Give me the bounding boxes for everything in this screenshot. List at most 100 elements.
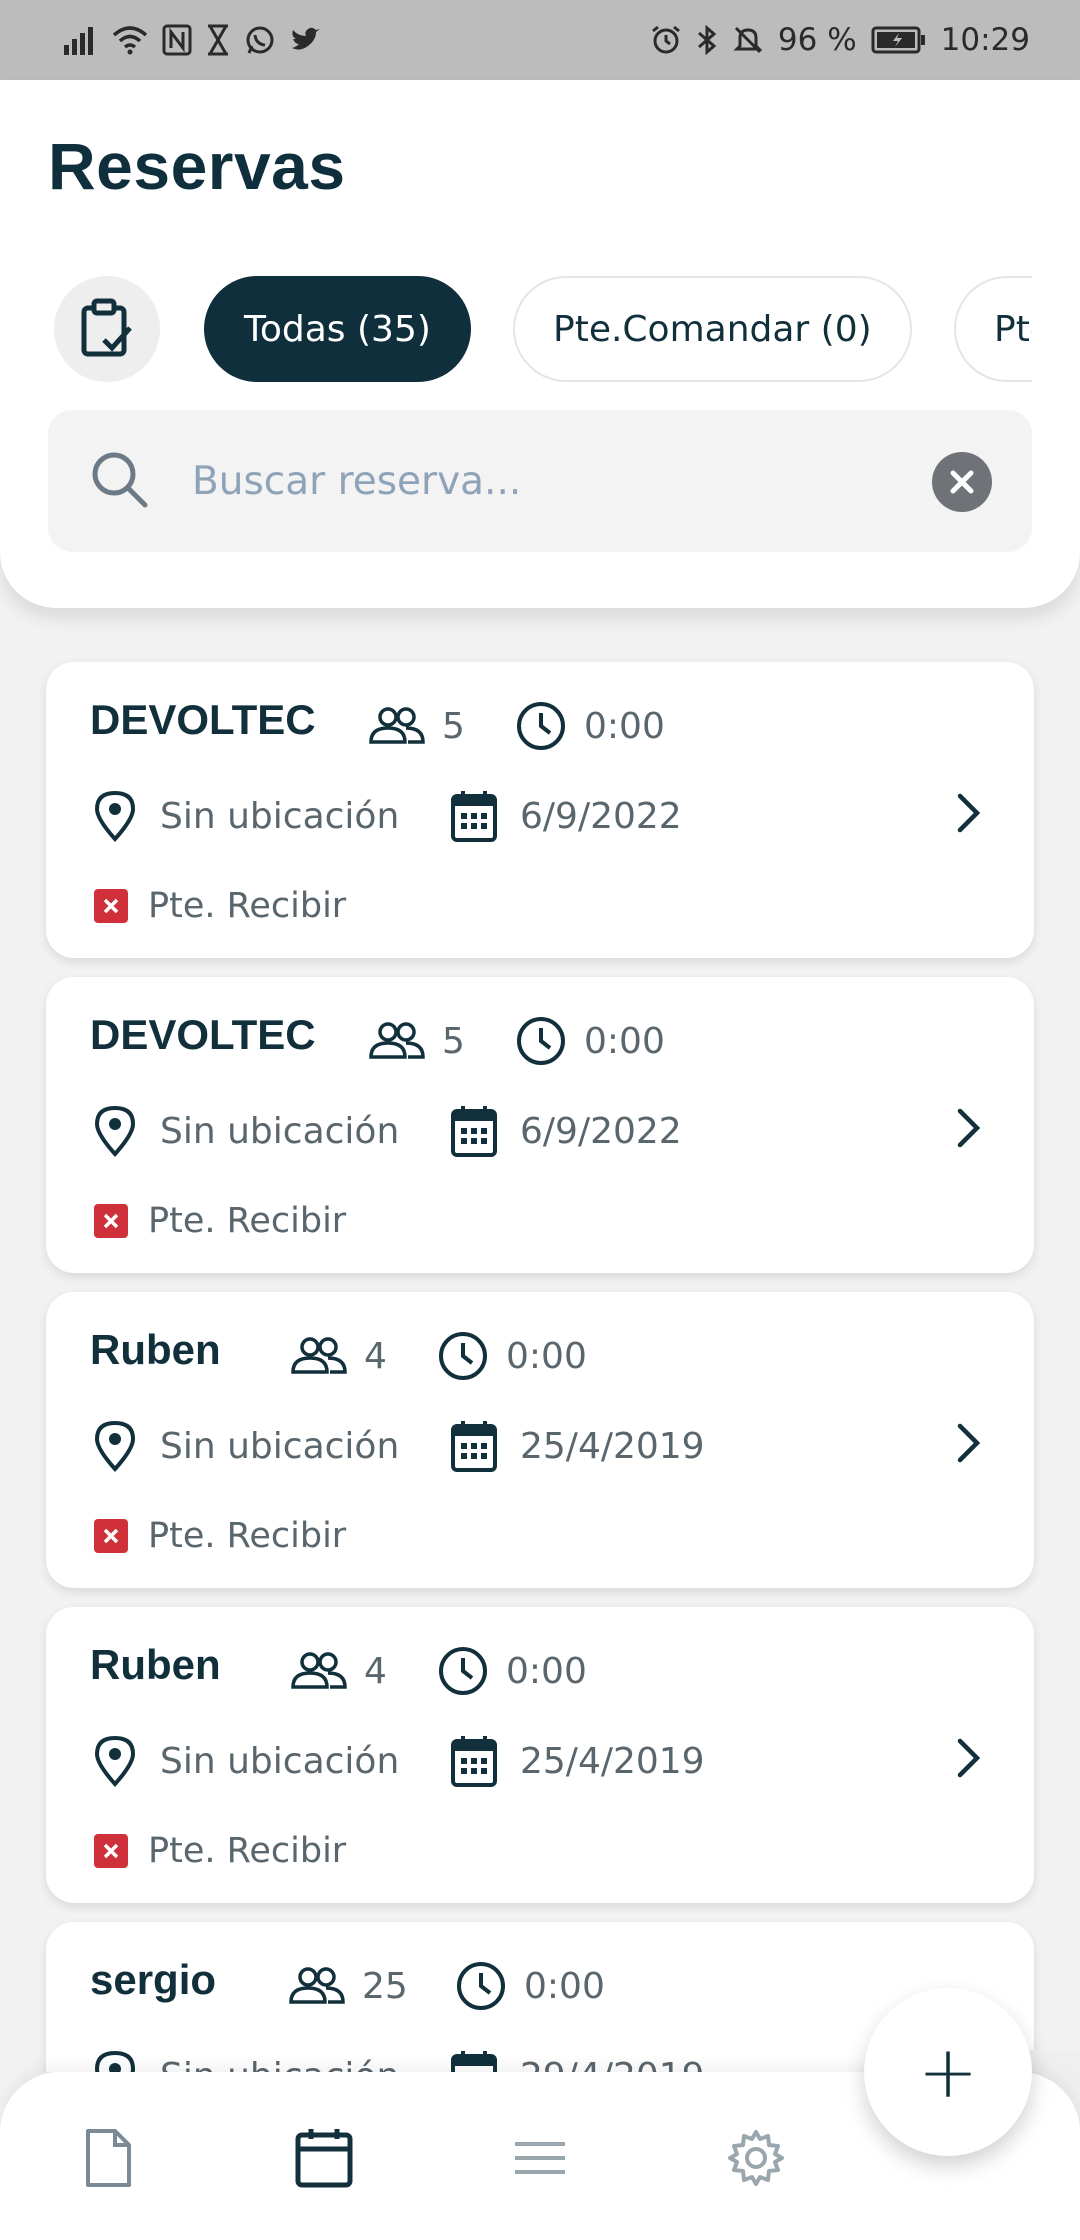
clipboard-check-icon [81, 298, 132, 357]
calendar-icon [451, 1106, 497, 1157]
reservation-time: 0:00 [436, 1326, 587, 1386]
clock-icon [517, 1017, 565, 1065]
reservation-card[interactable]: DEVOLTEC 5 0:00 Sin ubicación 6/9/2022 P… [46, 977, 1034, 1273]
time-value: 0:00 [506, 1335, 587, 1377]
clock-icon [439, 1332, 487, 1380]
date-text: 25/4/2019 [520, 1425, 705, 1467]
reservation-time: 0:00 [436, 1641, 587, 1701]
clock-icon [439, 1647, 487, 1695]
status-row: Pte. Recibir [94, 1512, 346, 1560]
status-x-icon [94, 1204, 128, 1238]
people-icon [291, 1652, 347, 1689]
reservation-time: 0:00 [454, 1956, 605, 2016]
nav-documents[interactable] [72, 2122, 144, 2194]
location-text: Sin ubicación [160, 2056, 450, 2073]
time-value: 0:00 [584, 705, 665, 747]
calendar-icon [451, 1421, 497, 1472]
filter-chip-pending[interactable]: Pte [954, 276, 1032, 382]
chevron-right-icon[interactable] [954, 1735, 984, 1781]
reservation-name: DEVOLTEC [90, 696, 316, 743]
add-reservation-button[interactable]: + [864, 1988, 1032, 2156]
location-date-row: Sin ubicación 6/9/2022 [92, 788, 682, 844]
reservation-card[interactable]: DEVOLTEC 5 0:00 Sin ubicación 6/9/2022 P… [46, 662, 1034, 958]
location-pin-icon [94, 1735, 136, 1787]
status-bar-right: 96 % 10:29 [650, 20, 1030, 60]
calendar-icon [451, 1736, 497, 1787]
header: Reservas Todas (35) Pte.Comandar (0) Pte [0, 80, 1080, 608]
reservation-card[interactable]: Ruben 4 0:00 Sin ubicación 25/4/2019 Pte… [46, 1292, 1034, 1588]
nav-settings[interactable] [720, 2122, 792, 2194]
filter-button[interactable] [54, 276, 160, 382]
people-count: 4 [290, 1641, 387, 1701]
chevron-right-icon[interactable] [954, 790, 984, 836]
location-date-row: Sin ubicación 29/4/2019 [92, 2048, 705, 2072]
people-value: 25 [362, 1965, 408, 2007]
people-value: 5 [442, 1020, 465, 1062]
time-value: 0:00 [584, 1020, 665, 1062]
location-pin-icon [94, 2050, 136, 2072]
signal-icon [64, 27, 93, 55]
status-text: Pte. Recibir [148, 1201, 347, 1241]
date-text: 25/4/2019 [520, 1740, 705, 1782]
menu-icon [515, 2142, 565, 2174]
reservation-name: Ruben [90, 1641, 221, 1688]
people-count: 5 [368, 1011, 465, 1071]
status-row: Pte. Recibir [94, 1827, 346, 1875]
battery-percent: 96 % [777, 22, 857, 58]
people-icon [289, 1967, 345, 2004]
calendar-icon [451, 2051, 497, 2072]
people-count: 5 [368, 696, 465, 756]
wifi-icon [112, 26, 148, 55]
status-x-icon [94, 1519, 128, 1553]
people-count: 25 [288, 1956, 408, 2016]
settings-icon [728, 2130, 784, 2186]
clear-search-button[interactable] [932, 452, 992, 512]
status-row: Pte. Recibir [94, 882, 346, 930]
reservation-name: sergio [90, 1956, 217, 2003]
status-bar-left [64, 20, 322, 60]
location-pin-icon [94, 1105, 136, 1157]
location-date-row: Sin ubicación 25/4/2019 [92, 1733, 705, 1789]
chevron-right-icon[interactable] [954, 1105, 984, 1151]
search-bar [48, 410, 1032, 552]
status-text: Pte. Recibir [148, 1831, 347, 1871]
people-value: 5 [442, 705, 465, 747]
nfc-icon [162, 24, 192, 56]
filter-bar: Todas (35) Pte.Comandar (0) Pte [54, 274, 1032, 384]
calendar-icon [295, 2129, 353, 2188]
people-value: 4 [364, 1650, 387, 1692]
location-pin-icon [94, 1420, 136, 1472]
date-text: 6/9/2022 [520, 795, 682, 837]
battery-icon [871, 26, 925, 54]
filter-chip-all[interactable]: Todas (35) [204, 276, 471, 382]
time-value: 0:00 [506, 1650, 587, 1692]
status-text: Pte. Recibir [148, 1516, 347, 1556]
nav-calendar[interactable] [288, 2122, 360, 2194]
people-count: 4 [290, 1326, 387, 1386]
status-x-icon [94, 889, 128, 923]
status-bar: 96 % 10:29 [0, 0, 1080, 80]
whatsapp-icon [246, 26, 274, 54]
search-input[interactable] [192, 446, 952, 516]
page-title: Reservas [48, 129, 346, 203]
time-value: 0:00 [524, 1965, 605, 2007]
location-date-row: Sin ubicación 25/4/2019 [92, 1418, 705, 1474]
people-icon [369, 707, 425, 744]
location-text: Sin ubicación [160, 795, 400, 837]
nav-menu[interactable] [504, 2122, 576, 2194]
search-icon [92, 452, 148, 508]
mute-icon [733, 26, 763, 54]
reservation-time: 0:00 [514, 696, 665, 756]
reservation-card[interactable]: Ruben 4 0:00 Sin ubicación 25/4/2019 Pte… [46, 1607, 1034, 1903]
twitter-icon [292, 27, 320, 50]
reservation-name: Ruben [90, 1326, 221, 1373]
calendar-icon [451, 791, 497, 842]
reservation-list: DEVOLTEC 5 0:00 Sin ubicación 6/9/2022 P… [0, 608, 1080, 2072]
chevron-right-icon[interactable] [954, 1420, 984, 1466]
reservation-time: 0:00 [514, 1011, 665, 1071]
filter-chip-pending-order[interactable]: Pte.Comandar (0) [513, 276, 912, 382]
plus-icon: + [917, 2030, 979, 2114]
clock-icon [457, 1962, 505, 2010]
bluetooth-icon [697, 24, 717, 56]
location-text: Sin ubicación [160, 1425, 400, 1467]
